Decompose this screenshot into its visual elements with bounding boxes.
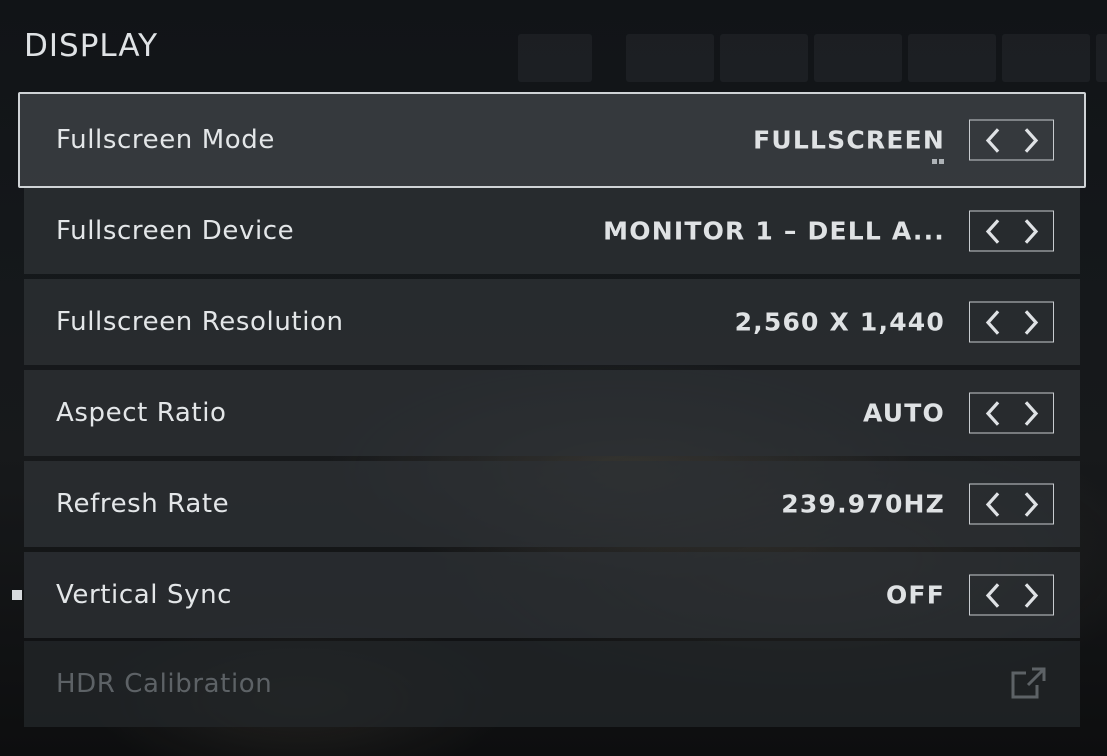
chevron-left-icon[interactable] xyxy=(979,125,1005,155)
section-title: DISPLAY xyxy=(24,28,159,64)
option-stepper xyxy=(969,392,1054,434)
setting-row-fullscreen-device[interactable]: Fullscreen Device MONITOR 1 – DELL A... xyxy=(24,188,1080,274)
setting-label: Fullscreen Device xyxy=(56,216,295,246)
chevron-right-icon[interactable] xyxy=(1019,216,1045,246)
chevron-right-icon[interactable] xyxy=(1019,398,1045,428)
square-bullet-icon xyxy=(12,590,22,600)
setting-label: Fullscreen Mode xyxy=(56,125,275,155)
chevron-left-icon[interactable] xyxy=(979,580,1005,610)
setting-row-fullscreen-resolution[interactable]: Fullscreen Resolution 2,560 X 1,440 xyxy=(24,279,1080,365)
setting-row-hdr-calibration[interactable]: HDR Calibration xyxy=(24,641,1080,727)
setting-value: AUTO xyxy=(863,398,945,428)
setting-row-vertical-sync[interactable]: Vertical Sync OFF xyxy=(12,552,1080,638)
setting-row-refresh-rate[interactable]: Refresh Rate 239.970HZ xyxy=(24,461,1080,547)
setting-label: Vertical Sync xyxy=(56,580,233,610)
option-stepper xyxy=(969,301,1054,343)
setting-value: 239.970HZ xyxy=(781,489,945,519)
setting-value: FULLSCREEN xyxy=(753,125,945,155)
setting-value: MONITOR 1 – DELL A... xyxy=(603,216,945,246)
setting-label: Fullscreen Resolution xyxy=(56,307,344,337)
setting-value: 2,560 X 1,440 xyxy=(734,307,945,337)
chevron-left-icon[interactable] xyxy=(979,398,1005,428)
option-stepper xyxy=(969,119,1054,161)
text-cursor-indicator xyxy=(932,159,944,164)
chevron-right-icon[interactable] xyxy=(1019,125,1045,155)
setting-label: Refresh Rate xyxy=(56,489,230,519)
chevron-right-icon[interactable] xyxy=(1019,307,1045,337)
background-windows xyxy=(518,34,1107,82)
setting-label: HDR Calibration xyxy=(56,669,273,699)
setting-row-aspect-ratio[interactable]: Aspect Ratio AUTO xyxy=(24,370,1080,456)
chevron-left-icon[interactable] xyxy=(979,489,1005,519)
option-stepper xyxy=(969,574,1054,616)
setting-label: Aspect Ratio xyxy=(56,398,227,428)
option-stepper xyxy=(969,210,1054,252)
chevron-left-icon[interactable] xyxy=(979,216,1005,246)
external-link-icon[interactable] xyxy=(1008,666,1048,702)
setting-value: OFF xyxy=(885,580,945,610)
chevron-left-icon[interactable] xyxy=(979,307,1005,337)
chevron-right-icon[interactable] xyxy=(1019,580,1045,610)
option-stepper xyxy=(969,483,1054,525)
chevron-right-icon[interactable] xyxy=(1019,489,1045,519)
setting-row-fullscreen-mode[interactable]: Fullscreen Mode FULLSCREEN xyxy=(18,92,1086,188)
